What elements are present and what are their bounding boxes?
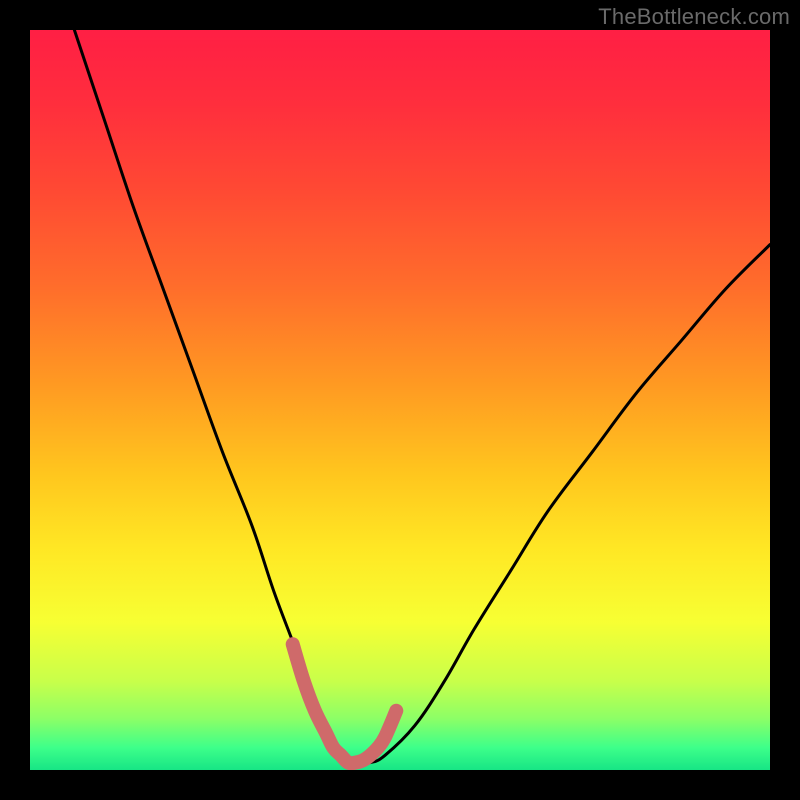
gradient-background [30,30,770,770]
bottleneck-chart [0,0,800,800]
chart-frame: TheBottleneck.com [0,0,800,800]
watermark-text: TheBottleneck.com [598,4,790,30]
